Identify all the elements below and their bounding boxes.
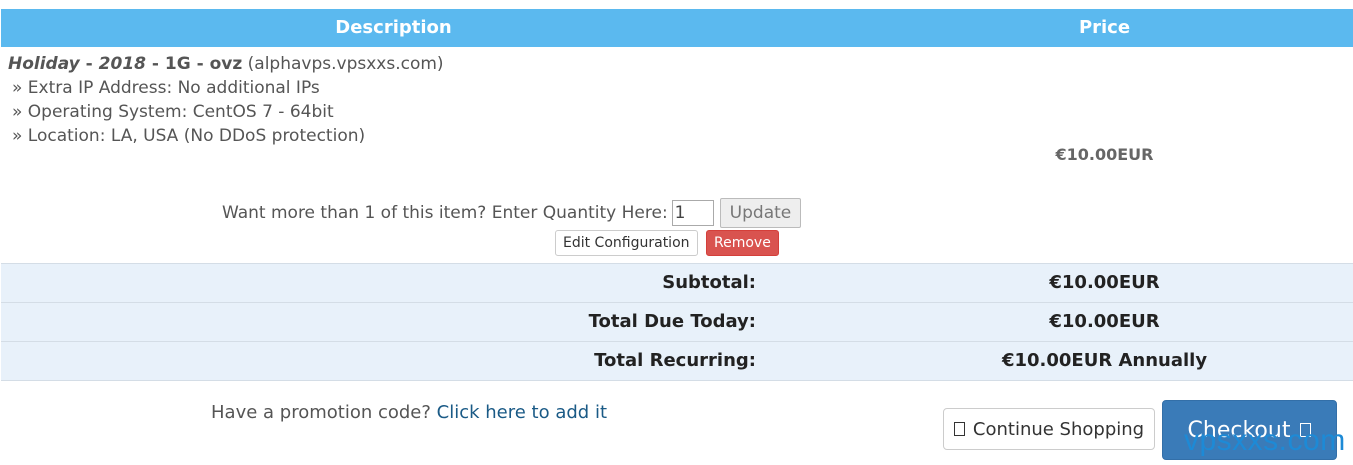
item-product-name: Holiday	[8, 54, 80, 74]
arrow-right-icon	[1300, 423, 1312, 437]
table-header: Description Price	[1, 9, 1353, 47]
continue-shopping-button[interactable]: Continue Shopping	[943, 408, 1155, 450]
item-price: €10.00EUR	[1055, 145, 1154, 164]
promo-code-link[interactable]: Click here to add it	[437, 402, 607, 423]
cart-table: Description Price Holiday - 2018 - 1G - …	[1, 9, 1353, 381]
item-detail-ip: » Extra IP Address: No additional IPs	[12, 78, 320, 98]
cart-icon	[953, 422, 965, 436]
total-recurring-label: Total Recurring:	[594, 350, 756, 371]
subtotal-value: €10.00EUR	[1049, 272, 1160, 293]
item-separator: -	[79, 54, 99, 74]
item-title: Holiday - 2018 - 1G - ovz (alphavps.vpsx…	[8, 54, 444, 74]
total-recurring-value: €10.00EUR Annually	[1001, 350, 1208, 371]
item-detail-os: » Operating System: CentOS 7 - 64bit	[12, 102, 334, 122]
item-product-year: 2018	[98, 54, 146, 74]
quantity-line: Want more than 1 of this item? Enter Qua…	[222, 197, 802, 229]
total-due-label: Total Due Today:	[588, 311, 756, 332]
total-due-value: €10.00EUR	[1049, 311, 1160, 332]
quantity-prompt: Want more than 1 of this item? Enter Qua…	[222, 203, 668, 223]
header-description: Description	[335, 17, 452, 38]
cart-page: Description Price Holiday - 2018 - 1G - …	[0, 0, 1353, 465]
checkout-label: Checkout	[1187, 417, 1291, 443]
checkout-button[interactable]: Checkout	[1162, 400, 1337, 460]
subtotal-row: Subtotal: €10.00EUR	[1, 263, 1353, 302]
item-domain: (alphavps.vpsxxs.com)	[242, 54, 444, 74]
promo-line: Have a promotion code? Click here to add…	[211, 402, 607, 423]
quantity-input[interactable]	[671, 200, 714, 226]
promo-text: Have a promotion code?	[211, 402, 437, 423]
cart-item-row: Holiday - 2018 - 1G - ovz (alphavps.vpsx…	[1, 47, 1353, 263]
subtotal-label: Subtotal:	[662, 272, 756, 293]
header-price: Price	[1078, 17, 1131, 38]
item-separator: -	[146, 54, 165, 74]
total-due-row: Total Due Today: €10.00EUR	[1, 302, 1353, 341]
total-recurring-row: Total Recurring: €10.00EUR Annually	[1, 341, 1353, 381]
edit-configuration-button[interactable]: Edit Configuration	[555, 230, 698, 256]
item-plan: 1G - ovz	[164, 54, 243, 74]
continue-shopping-label: Continue Shopping	[972, 418, 1145, 440]
update-button[interactable]: Update	[719, 198, 802, 228]
remove-button[interactable]: Remove	[706, 230, 779, 256]
item-detail-location: » Location: LA, USA (No DDoS protection)	[12, 126, 366, 146]
